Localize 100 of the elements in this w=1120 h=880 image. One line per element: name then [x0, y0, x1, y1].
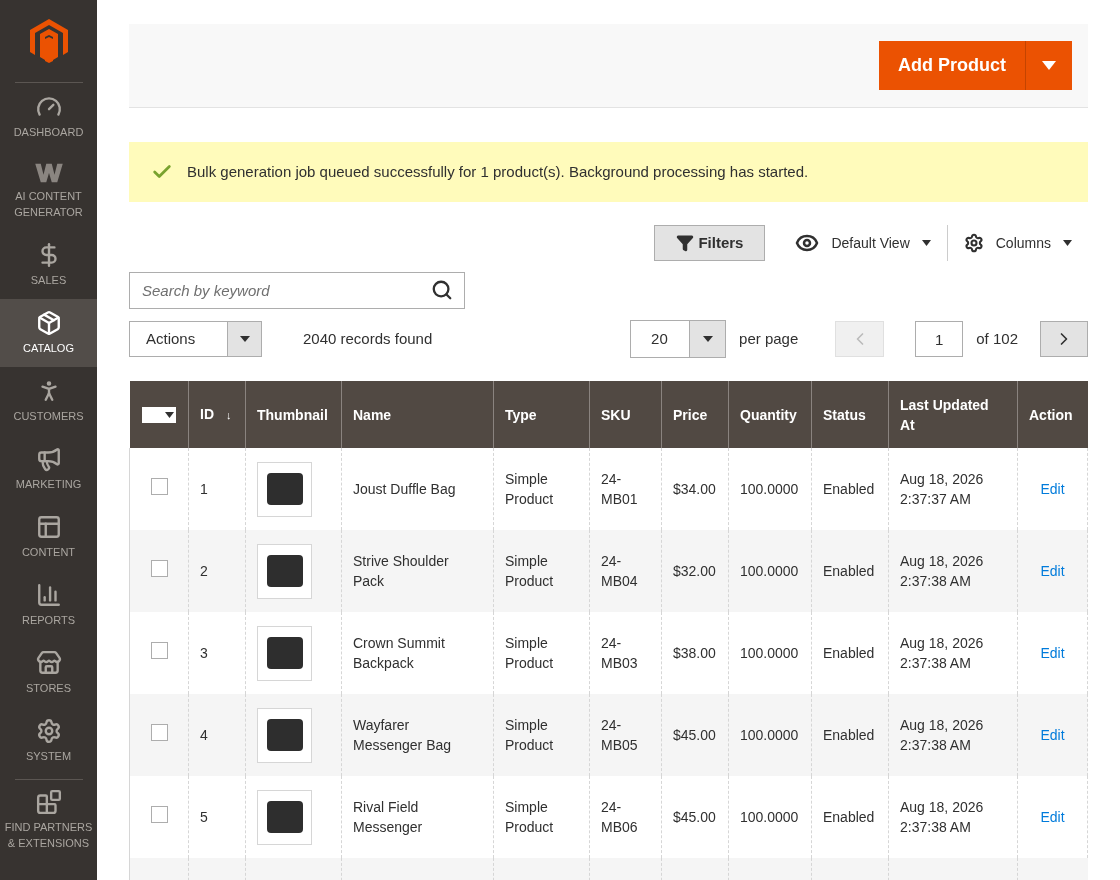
row-checkbox[interactable]: [150, 723, 168, 741]
table-cell: $45.00: [673, 809, 716, 825]
table-cell: Aug 18, 2026 2:37:38 AM: [900, 799, 984, 835]
row-checkbox[interactable]: [150, 805, 168, 823]
table-cell: 24-MB04: [601, 553, 638, 589]
caret-icon: [164, 411, 174, 418]
edit-link[interactable]: Edit: [1029, 725, 1076, 745]
table-cell: 100.0000: [740, 563, 799, 579]
column-header[interactable]: Status: [811, 381, 889, 448]
column-header[interactable]: Name: [341, 381, 494, 448]
table-cell: 1: [200, 481, 208, 497]
table-cell: Aug 18, 2026 2:37:37 AM: [900, 471, 984, 507]
sidebar-item[interactable]: CATALOG: [0, 299, 97, 367]
table-cell: 24-MB01: [601, 471, 638, 507]
table-cell: Simple Product: [505, 553, 554, 589]
caret-icon: [1063, 240, 1072, 246]
table-cell: 100.0000: [740, 809, 799, 825]
sidebar-item[interactable]: SYSTEM: [0, 707, 97, 775]
row-checkbox[interactable]: [150, 641, 168, 659]
table-cell: Aug 18, 2026 2:37:38 AM: [900, 717, 984, 753]
records-count: 2040 records found: [303, 328, 433, 349]
column-header[interactable]: Last Updated At: [888, 381, 1018, 448]
column-header[interactable]: ID ↓: [188, 381, 246, 448]
column-header[interactable]: Quantity: [728, 381, 812, 448]
product-photo-placeholder: [257, 461, 312, 517]
next-page-button[interactable]: [1040, 321, 1088, 357]
column-header[interactable]: Thumbnail: [245, 381, 342, 448]
table-cell: Crown Summit Backpack: [353, 635, 445, 671]
column-header[interactable]: Price: [661, 381, 729, 448]
column-header[interactable]: Type: [493, 381, 590, 448]
table-cell: 100.0000: [740, 481, 799, 497]
caret-icon: [1042, 61, 1056, 70]
product-photo-placeholder: [257, 543, 312, 599]
add-product-dropdown-button[interactable]: [1026, 41, 1072, 90]
per-page-dropdown[interactable]: 20: [630, 320, 727, 358]
table-cell: 24-MB03: [601, 635, 638, 671]
edit-link[interactable]: Edit: [1029, 479, 1076, 499]
sidebar-item[interactable]: FIND PARTNERS & EXTENSIONS: [0, 780, 97, 860]
page-number-field[interactable]: 1: [915, 321, 964, 357]
actions-dropdown[interactable]: Actions: [129, 321, 262, 357]
sidebar-item[interactable]: REPORTS: [0, 571, 97, 639]
box-icon: [35, 310, 62, 336]
columns-dropdown[interactable]: Columns: [963, 232, 1072, 254]
hexagon-logo-icon: [29, 19, 68, 63]
message-text: Bulk generation job queued successfully for 1 product(s). Background processing has started.: [187, 161, 809, 182]
blocks-icon: [35, 789, 62, 815]
layout-icon: [35, 514, 62, 540]
row-checkbox[interactable]: [150, 477, 168, 495]
table-cell: Enabled: [823, 809, 875, 825]
caret-icon: [239, 336, 250, 342]
default-view-dropdown[interactable]: Default View: [795, 231, 931, 255]
page-count: of 102: [976, 328, 1018, 349]
table-cell: $45.00: [673, 727, 716, 743]
table-cell: Simple Product: [505, 799, 554, 835]
search-icon: [431, 279, 453, 301]
store-icon: [35, 650, 62, 676]
table-cell: Enabled: [823, 481, 875, 497]
caret-icon: [702, 336, 713, 342]
previous-page-button[interactable]: [835, 321, 885, 357]
column-header[interactable]: SKU: [589, 381, 662, 448]
table-cell: Rival Field Messenger: [353, 799, 423, 835]
edit-link[interactable]: Edit: [1029, 807, 1076, 827]
column-header[interactable]: Action: [1017, 381, 1088, 448]
row-checkbox[interactable]: [150, 559, 168, 577]
table-cell: 5: [200, 809, 208, 825]
sidebar-item[interactable]: SALES: [0, 231, 97, 299]
sidebar-item[interactable]: DASHBOARD: [0, 83, 97, 151]
search-field[interactable]: Search by keyword: [129, 272, 465, 309]
megaphone-icon: [35, 446, 62, 472]
table-cell: Simple Product: [505, 635, 554, 671]
sidebar-item[interactable]: MARKETING: [0, 435, 97, 503]
table-cell: Aug 18, 2026 2:37:38 AM: [900, 635, 984, 671]
w-logo-icon: [33, 162, 64, 184]
table-cell: 24-MB05: [601, 717, 638, 753]
bar-chart-icon: [35, 582, 62, 608]
caret-icon: [921, 240, 931, 246]
table-cell: Joust Duffle Bag: [353, 481, 456, 497]
table-cell: 4: [200, 727, 208, 743]
sidebar-item[interactable]: CONTENT: [0, 503, 97, 571]
edit-link[interactable]: Edit: [1029, 643, 1076, 663]
sidebar-item[interactable]: STORES: [0, 639, 97, 707]
table-cell: 100.0000: [740, 727, 799, 743]
sidebar-item[interactable]: AI CONTENT GENERATOR: [0, 151, 97, 231]
table-cell: 2: [200, 563, 208, 579]
table-cell: $38.00: [673, 645, 716, 661]
product-photo-placeholder: [257, 789, 312, 845]
product-photo-placeholder: [257, 707, 312, 763]
select-all-dropdown[interactable]: [141, 406, 176, 423]
table-cell: 24-MB06: [601, 799, 638, 835]
per-page-label: per page: [739, 328, 799, 349]
table-cell: Enabled: [823, 563, 875, 579]
table-cell: Aug 18, 2026 2:37:38 AM: [900, 553, 984, 589]
table-cell: 3: [200, 645, 208, 661]
sidebar-item[interactable]: CUSTOMERS: [0, 367, 97, 435]
gear-icon: [35, 718, 62, 744]
filters-button[interactable]: Filters: [654, 225, 766, 261]
table-cell: Strive Shoulder Pack: [353, 553, 449, 589]
add-product-button[interactable]: Add Product: [879, 41, 1026, 90]
edit-link[interactable]: Edit: [1029, 561, 1076, 581]
gear-icon: [963, 233, 984, 253]
